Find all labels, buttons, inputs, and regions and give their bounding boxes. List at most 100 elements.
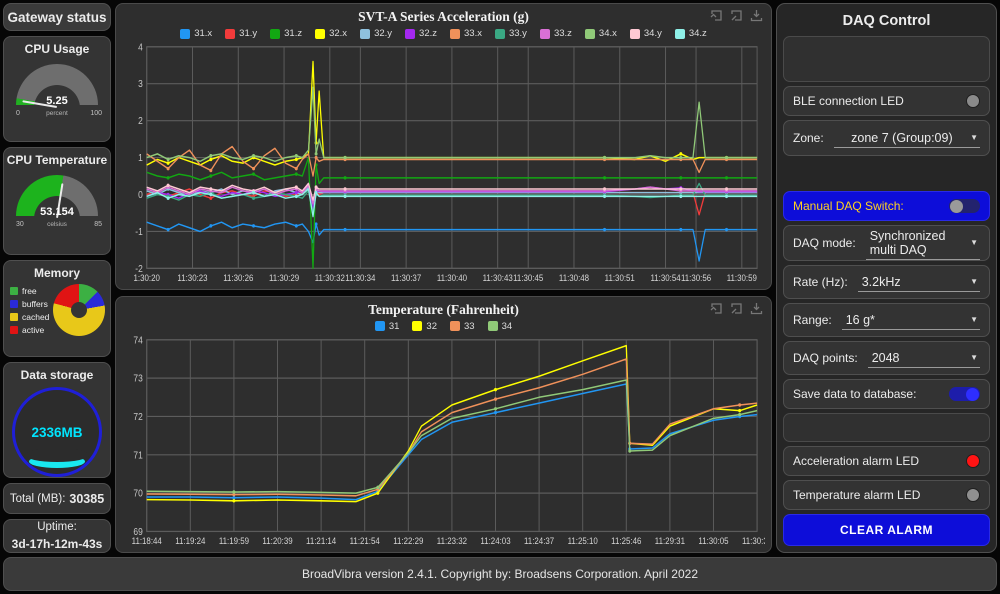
legend-swatch (412, 321, 422, 331)
memory-legend-item[interactable]: active (10, 325, 49, 335)
legend-swatch (10, 313, 18, 321)
legend-swatch (375, 321, 385, 331)
zone-select[interactable]: zone 7 (Group:09) ▼ (834, 129, 980, 148)
legend-label: 33.x (464, 28, 482, 39)
chart-legend-item[interactable]: 34.y (630, 28, 662, 39)
chart-legend-item[interactable]: 31.z (270, 28, 302, 39)
legend-swatch (540, 29, 550, 39)
zoom-box-icon[interactable] (730, 9, 743, 22)
chart-legend-item[interactable]: 32.y (360, 28, 392, 39)
daq-points-row: DAQ points: 2048 ▼ (783, 341, 990, 375)
daq-dashboard: Gateway status CPU Usage 0 100 5.25 perc… (0, 0, 1000, 594)
save-to-database-label: Save data to database: (793, 387, 916, 401)
rate-value: 3.2kHz (862, 275, 966, 289)
daq-mode-row: DAQ mode: Synchronized multi DAQ ▼ (783, 225, 990, 261)
chart-legend-item[interactable]: 33.y (495, 28, 527, 39)
legend-label: 33.z (554, 28, 572, 39)
legend-label: active (22, 325, 44, 335)
svg-text:11:30:26: 11:30:26 (223, 273, 253, 284)
svg-text:11:20:39: 11:20:39 (262, 536, 292, 547)
chart-toolbox (710, 302, 763, 315)
rate-select[interactable]: 3.2kHz ▼ (858, 273, 980, 292)
chart-legend-item[interactable]: 31.y (225, 28, 257, 39)
svg-text:11:30:32: 11:30:32 (315, 273, 345, 284)
svg-text:11:24:03: 11:24:03 (480, 536, 510, 547)
download-icon[interactable] (750, 9, 763, 22)
rate-label: Rate (Hz): (793, 275, 848, 289)
legend-label: 31.x (194, 28, 212, 39)
spacer (783, 160, 990, 187)
daq-control-panel: DAQ Control BLE connection LED Zone: zon… (776, 3, 997, 553)
chart-legend-item[interactable]: 33.z (540, 28, 572, 39)
save-to-database-toggle[interactable] (949, 387, 980, 401)
legend-swatch (315, 29, 325, 39)
legend-swatch (10, 326, 18, 334)
chart-legend-item[interactable]: 33 (450, 321, 475, 332)
restore-icon[interactable] (710, 9, 723, 22)
charts-column: SVT-A Series Acceleration (g) 31.x 31.y 31… (115, 3, 772, 553)
chart-legend-item[interactable]: 34.x (585, 28, 617, 39)
chart-legend-item[interactable]: 33.x (450, 28, 482, 39)
svg-text:11:30:29: 11:30:29 (269, 273, 299, 284)
ble-connection-row: BLE connection LED (783, 86, 990, 116)
cpu-temperature-value: 53.154 (16, 206, 98, 218)
zone-row: Zone: zone 7 (Group:09) ▼ (783, 120, 990, 156)
chart-legend-item[interactable]: 32.x (315, 28, 347, 39)
svg-text:11:25:10: 11:25:10 (568, 536, 598, 547)
svg-text:11:25:46: 11:25:46 (611, 536, 641, 547)
chart-legend-item[interactable]: 31 (375, 321, 400, 332)
acceleration-chart-canvas[interactable]: -2-1012341:30:2011:30:2311:30:2611:30:29… (122, 41, 765, 287)
liquid-wave-mask (25, 448, 89, 462)
chart-legend-item[interactable]: 32.z (405, 28, 437, 39)
svg-text:11:30:05: 11:30:05 (698, 536, 728, 547)
legend-label: 32.z (419, 28, 437, 39)
clear-alarm-button[interactable]: CLEAR ALARM (783, 514, 990, 546)
temperature-chart-plot[interactable]: 69707172737411:18:4411:19:2411:19:5911:2… (122, 334, 765, 550)
download-icon[interactable] (750, 302, 763, 315)
legend-swatch (495, 29, 505, 39)
zoom-box-icon[interactable] (730, 302, 743, 315)
legend-label: buffers (22, 299, 48, 309)
temperature-alarm-led (966, 488, 980, 502)
legend-label: 34.z (689, 28, 707, 39)
cpu-usage-title: CPU Usage (4, 37, 110, 56)
chart-legend-item[interactable]: 34 (488, 321, 513, 332)
chevron-down-icon: ▼ (970, 277, 978, 286)
memory-legend-item[interactable]: cached (10, 312, 49, 322)
cpu-temperature-title: CPU Temperature (4, 148, 110, 167)
legend-label: cached (22, 312, 49, 322)
memory-legend-item[interactable]: buffers (10, 299, 49, 309)
chart-legend-item[interactable]: 32 (412, 321, 437, 332)
legend-label: 31.y (239, 28, 257, 39)
legend-label: 32.x (329, 28, 347, 39)
temperature-chart-canvas[interactable]: 69707172737411:18:4411:19:2411:19:5911:2… (122, 334, 765, 550)
svg-text:11:30:34: 11:30:34 (345, 273, 375, 284)
range-select[interactable]: 16 g* ▼ (842, 311, 980, 330)
chevron-down-icon: ▼ (970, 353, 978, 362)
daq-mode-select[interactable]: Synchronized multi DAQ ▼ (866, 227, 980, 260)
chart-legend-item[interactable]: 34.z (675, 28, 707, 39)
svg-text:11:30:51: 11:30:51 (605, 273, 635, 284)
daq-points-select[interactable]: 2048 ▼ (868, 349, 980, 368)
cpu-temperature-gauge: 30 85 53.154 celsius (16, 175, 98, 219)
toggle-knob (966, 388, 979, 401)
acceleration-chart-plot[interactable]: -2-1012341:30:2011:30:2311:30:2611:30:29… (122, 41, 765, 287)
legend-label: 33.y (509, 28, 527, 39)
legend-label: 33 (464, 321, 475, 332)
chart-legend-item[interactable]: 31.x (180, 28, 212, 39)
legend-swatch (360, 29, 370, 39)
svg-text:11:21:54: 11:21:54 (350, 536, 380, 547)
acceleration-chart-title: SVT-A Series Acceleration (g) (358, 9, 529, 24)
legend-swatch (450, 29, 460, 39)
restore-icon[interactable] (710, 302, 723, 315)
toggle-knob (950, 200, 963, 213)
manual-daq-switch-label: Manual DAQ Switch: (793, 199, 904, 213)
svg-text:11:30:56: 11:30:56 (681, 273, 711, 284)
acceleration-alarm-led (966, 454, 980, 468)
temperature-chart-panel: Temperature (Fahrenheit) 31323334 697071… (115, 296, 772, 553)
memory-legend-item[interactable]: free (10, 286, 49, 296)
cpu-temperature-card: CPU Temperature 30 85 53.154 celsius (3, 147, 111, 255)
gateway-status-title: Gateway status (3, 3, 111, 31)
manual-daq-toggle[interactable] (949, 199, 980, 213)
acceleration-alarm-row: Acceleration alarm LED (783, 446, 990, 476)
